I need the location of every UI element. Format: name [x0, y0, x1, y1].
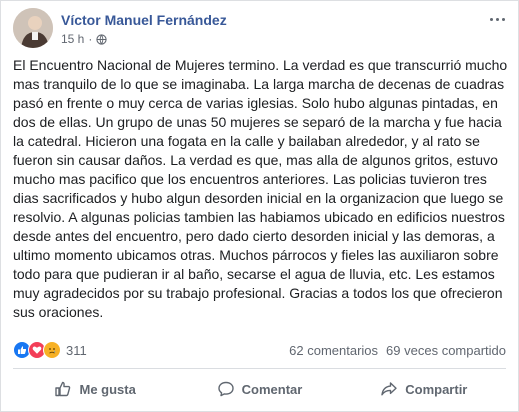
reactions-summary[interactable]: 311 [13, 341, 87, 359]
meta-separator: · [88, 32, 93, 46]
share-icon [381, 382, 397, 396]
comment-button[interactable]: Comentar [177, 371, 341, 407]
post-stats: 311 62 comentarios 69 veces compartido [13, 341, 506, 361]
comment-icon [217, 381, 234, 397]
thumbs-up-icon [55, 381, 71, 397]
post-card: Víctor Manuel Fernández 15 h · El Encuen… [0, 0, 519, 412]
like-button[interactable]: Me gusta [13, 371, 177, 407]
comments-count[interactable]: 62 comentarios [289, 343, 378, 358]
author-name[interactable]: Víctor Manuel Fernández [61, 12, 227, 28]
post-actions: Me gusta Comentar Compartir [13, 371, 506, 407]
like-button-label: Me gusta [79, 381, 136, 397]
post-time[interactable]: 15 h [61, 32, 84, 46]
sad-icon [43, 341, 61, 359]
comment-button-label: Comentar [241, 381, 303, 397]
post-text: El Encuentro Nacional de Mujeres termino… [13, 57, 508, 320]
post-meta: 15 h · [61, 32, 107, 46]
share-button[interactable]: Compartir [342, 371, 506, 407]
engagement-counts: 62 comentarios 69 veces compartido [289, 343, 506, 358]
avatar[interactable] [13, 8, 53, 48]
share-button-label: Compartir [405, 381, 468, 397]
reaction-count: 311 [66, 342, 87, 358]
avatar-image [13, 8, 53, 48]
actions-divider [13, 368, 506, 369]
post-header: Víctor Manuel Fernández 15 h · [13, 8, 506, 48]
globe-icon [96, 33, 107, 45]
more-options-icon[interactable] [488, 14, 506, 24]
shares-count[interactable]: 69 veces compartido [386, 343, 506, 358]
